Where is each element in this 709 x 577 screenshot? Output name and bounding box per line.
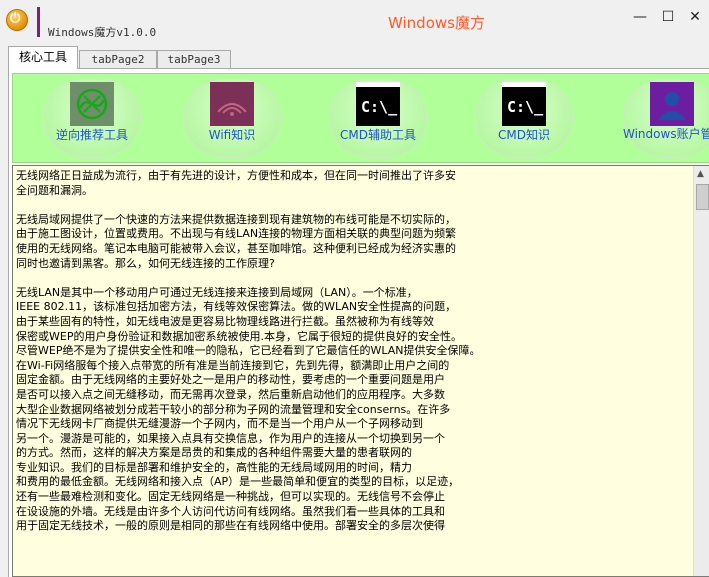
tab-panel: 逆向推荐工具 Wifi知识 C:\_ CMD辅助工具 C:\_ CMD知识 Wi… [8,68,709,577]
user-account-icon [650,82,694,126]
windows-account-label: Windows账户管理 [623,127,709,141]
cmd-knowledge-button[interactable]: C:\_ CMD知识 [475,79,573,157]
minimize-button[interactable]: — [627,6,653,30]
app-title: Windows魔方v1.0.0 [48,26,157,39]
title-accent-bar [37,7,40,37]
tool-strip: 逆向推荐工具 Wifi知识 C:\_ CMD辅助工具 C:\_ CMD知识 Wi… [12,73,709,163]
vertical-scrollbar[interactable]: ▲ [693,166,709,576]
tab-page3[interactable]: tabPage3 [157,50,231,69]
cmd-knowledge-label: CMD知识 [498,128,550,142]
tab-core-tools[interactable]: 核心工具 [8,46,78,69]
title-bar: ⏻ Windows魔方v1.0.0 Windows魔方 — ☐ ✕ [0,0,709,42]
cmd-tile-text: C:\_ [361,98,398,116]
wifi-knowledge-label: Wifi知识 [208,128,256,142]
cmd-tools-button[interactable]: C:\_ CMD辅助工具 [329,79,427,157]
cmd-tools-label: CMD辅助工具 [340,128,416,142]
article-text: 无线网络正日益成为流行，由于有先进的设计，方便性和成本，但在同一时间推出了许多安… [16,169,481,533]
wifi-icon [210,82,254,126]
cmd-icon: C:\_ [502,82,546,126]
cmd-icon: C:\_ [356,82,400,126]
cmd-tile-text: C:\_ [507,98,544,116]
tab-page2[interactable]: tabPage2 [79,50,157,69]
app-power-icon: ⏻ [6,9,28,31]
scroll-up-arrow-icon[interactable]: ▲ [697,169,704,179]
close-button[interactable]: ✕ [682,6,708,30]
reverse-tool-icon [70,82,114,126]
brand-title: Windows魔方 [388,14,485,32]
wifi-knowledge-button[interactable]: Wifi知识 [183,79,281,157]
scroll-thumb[interactable] [696,184,709,210]
reverse-tools-button[interactable]: 逆向推荐工具 [43,79,141,157]
windows-account-button[interactable]: Windows账户管理 [623,79,709,157]
reverse-tools-label: 逆向推荐工具 [55,128,128,142]
content-textbox[interactable]: 无线网络正日益成为流行，由于有先进的设计，方便性和成本，但在同一时间推出了许多安… [12,165,709,577]
maximize-button[interactable]: ☐ [655,6,681,30]
